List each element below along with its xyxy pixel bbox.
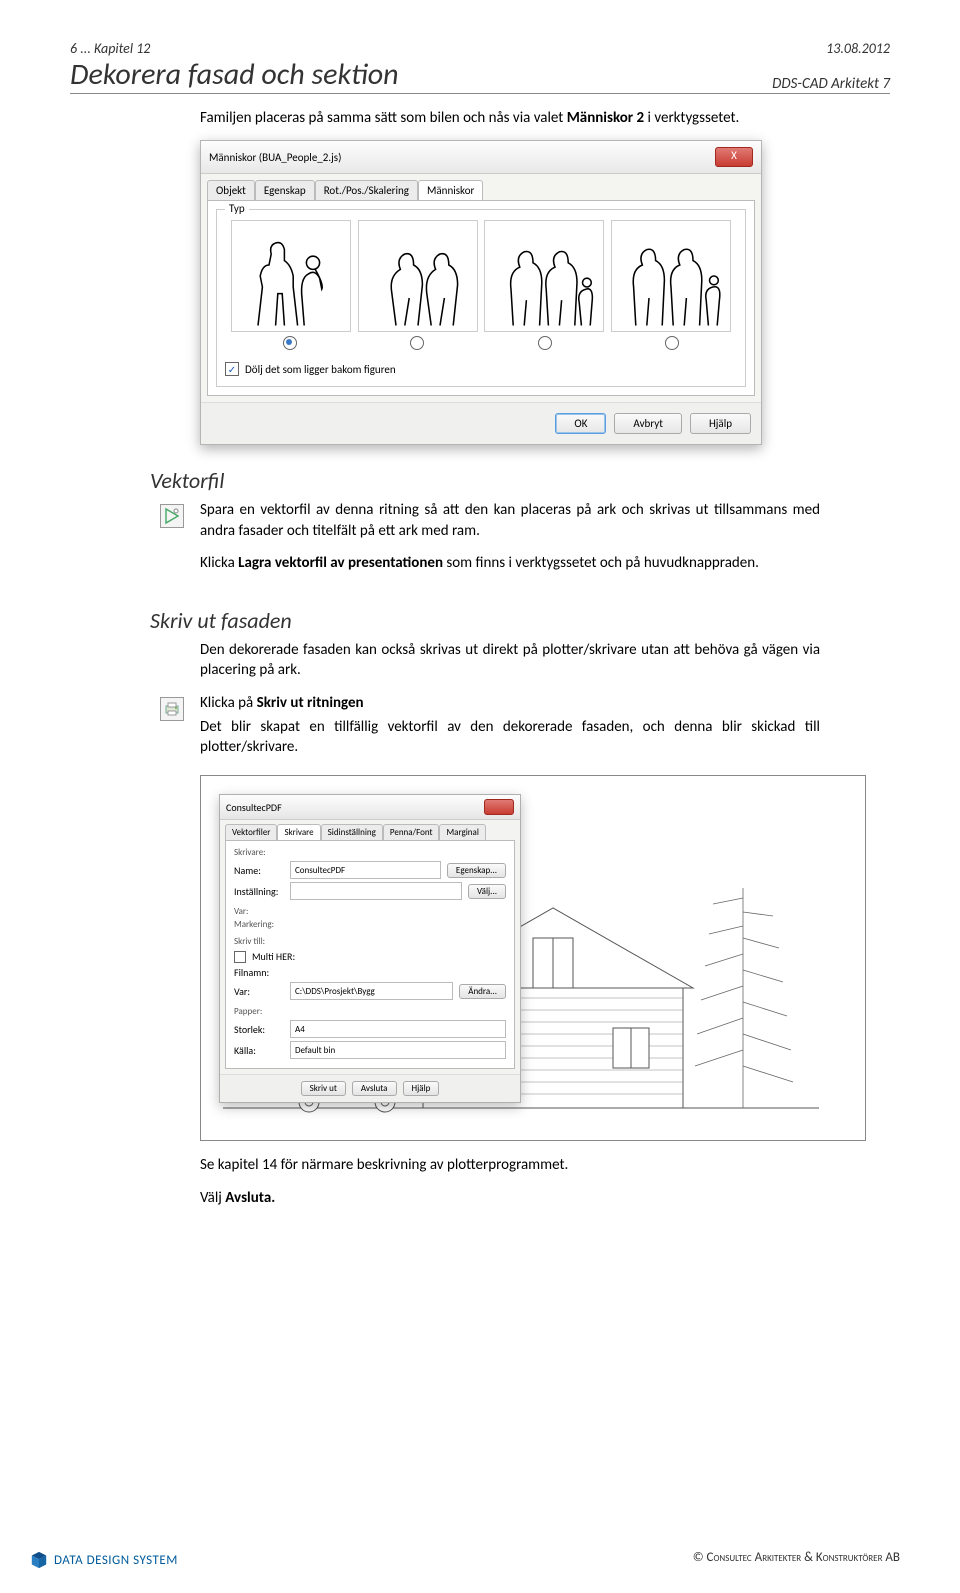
closing-p2: Välj Avsluta.: [200, 1188, 820, 1208]
skrivut-p3: Det blir skapat en tillfällig vektorfil …: [200, 717, 820, 758]
vektorfil-p2: Klicka Lagra vektorfil av presentationen…: [200, 553, 820, 573]
radio-option-1[interactable]: [283, 336, 297, 350]
skrivut-p2-pre: Klicka på: [200, 694, 257, 712]
intro-bold: Människor 2: [567, 109, 644, 127]
tab-sidinstallning[interactable]: Sidinställning: [321, 824, 383, 840]
name-label: Name:: [234, 864, 284, 877]
silhouette-option-1[interactable]: [231, 220, 351, 332]
tab-manniskor[interactable]: Människor: [418, 180, 483, 200]
page-subtitle: DDS-CAD Arkitekt 7: [772, 75, 890, 93]
date-label: 13.08.2012: [826, 40, 890, 57]
cube-icon: [30, 1551, 48, 1569]
print-illustration: ConsultecPDF Vektorfiler Skrivare Sidins…: [200, 775, 866, 1141]
filnamn-label: Filnamn:: [234, 966, 284, 979]
ok-button[interactable]: OK: [555, 413, 606, 434]
closing-p2-pre: Välj: [200, 1189, 225, 1207]
multi-label: Multi HER:: [252, 950, 295, 963]
cancel-button[interactable]: Avbryt: [614, 413, 682, 434]
var-label: Var:: [234, 906, 506, 917]
closing-p1: Se kapitel 14 för närmare beskrivning av…: [200, 1155, 820, 1175]
tab-pennafont[interactable]: Penna/Font: [383, 824, 440, 840]
silhouette-option-4[interactable]: [611, 220, 731, 332]
vektorfil-heading: Vektorfil: [150, 467, 890, 494]
radio-option-3[interactable]: [538, 336, 552, 350]
var-field[interactable]: C:\DDS\Prosjekt\Bygg: [290, 982, 453, 1000]
help-button[interactable]: Hjälp: [690, 413, 751, 434]
storlek-field[interactable]: A4: [290, 1020, 506, 1038]
var2-label: Var:: [234, 985, 284, 998]
hide-behind-checkbox[interactable]: ✓: [225, 362, 239, 376]
tab-objekt[interactable]: Objekt: [207, 180, 255, 200]
dialog-title: Människor (BUA_People_2.js): [209, 151, 341, 164]
skrivut-p2: Klicka på Skriv ut ritningen: [200, 693, 820, 713]
print-cancel-button[interactable]: Avsluta: [352, 1081, 397, 1096]
print-icon: [160, 697, 184, 721]
intro-pre: Familjen placeras på samma sätt som bile…: [200, 109, 567, 127]
multi-checkbox[interactable]: [234, 951, 246, 963]
group-skrivare: Skrivare:: [234, 847, 506, 858]
andra-button[interactable]: Ändra...: [459, 984, 506, 999]
radio-option-4[interactable]: [665, 336, 679, 350]
egenskap-button[interactable]: Egenskap...: [447, 863, 506, 878]
tab-vektorfiler[interactable]: Vektorfiler: [225, 824, 277, 840]
intro-text: Familjen placeras på samma sätt som bile…: [200, 108, 820, 128]
save-vector-icon: [160, 504, 184, 528]
vektorfil-p2-pre: Klicka: [200, 554, 238, 572]
install-label: Inställning:: [234, 885, 284, 898]
vektorfil-p2-post: som finns i verktygssetet och på huvudkn…: [443, 554, 759, 572]
hide-behind-label: Dölj det som ligger bakom figuren: [245, 363, 396, 376]
print-button[interactable]: Skriv ut: [301, 1081, 346, 1096]
storlek-label: Storlek:: [234, 1023, 284, 1036]
skrivtil-label: Skriv till:: [234, 936, 506, 947]
install-field[interactable]: [290, 882, 462, 900]
name-field[interactable]: ConsultecPDF: [290, 861, 441, 879]
tab-rotpos[interactable]: Rot./Pos./Skalering: [315, 180, 418, 200]
skrivut-heading: Skriv ut fasaden: [150, 607, 890, 634]
page-title: Dekorera fasad och sektion: [70, 57, 399, 93]
silhouette-option-2[interactable]: [358, 220, 478, 332]
close-icon[interactable]: X: [715, 147, 753, 167]
close-icon[interactable]: [484, 799, 514, 815]
typ-legend: Typ: [225, 202, 249, 215]
people-dialog: Människor (BUA_People_2.js) X Objekt Ege…: [200, 140, 762, 445]
vektorfil-p1: Spara en vektorfil av denna ritning så a…: [200, 500, 820, 541]
tab-skrivare[interactable]: Skrivare: [277, 824, 320, 840]
silhouette-option-3[interactable]: [484, 220, 604, 332]
tab-marginal[interactable]: Marginal: [439, 824, 485, 840]
radio-option-2[interactable]: [410, 336, 424, 350]
markering-label: Markering:: [234, 919, 506, 930]
print-dialog: ConsultecPDF Vektorfiler Skrivare Sidins…: [219, 794, 521, 1103]
kalla-label: Källa:: [234, 1044, 284, 1057]
footer-copyright: © Consultec Arkitekter & Konstruktörer A…: [693, 1550, 900, 1565]
valj-button[interactable]: Välj...: [468, 884, 506, 899]
print-help-button[interactable]: Hjälp: [403, 1081, 440, 1096]
chapter-label: 6 ... Kapitel 12: [70, 40, 150, 57]
tab-egenskap[interactable]: Egenskap: [255, 180, 315, 200]
intro-post: i verktygssetet.: [644, 109, 739, 127]
closing-p2-bold: Avsluta.: [225, 1189, 275, 1207]
skrivut-p1: Den dekorerade fasaden kan också skrivas…: [200, 640, 820, 681]
kalla-field[interactable]: Default bin: [290, 1041, 506, 1059]
vektorfil-p2-bold: Lagra vektorfil av presentationen: [238, 554, 443, 572]
print-dialog-title: ConsultecPDF: [226, 801, 282, 814]
skrivut-p2-bold: Skriv ut ritningen: [257, 694, 364, 712]
footer-logo: DATA DESIGN SYSTEM: [30, 1551, 178, 1569]
papper-label: Papper:: [234, 1006, 506, 1017]
footer-logo-text: DATA DESIGN SYSTEM: [54, 1553, 178, 1568]
